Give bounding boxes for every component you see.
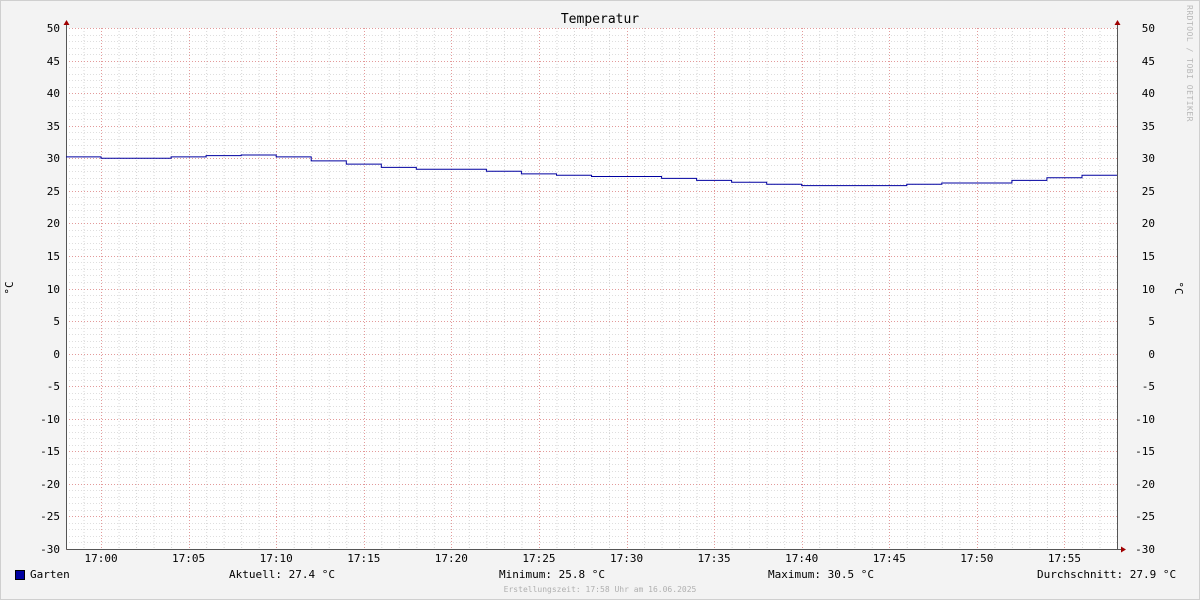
y-tick-label-right: -15	[1135, 445, 1155, 458]
x-tick-label: 17:10	[260, 552, 293, 565]
x-tick-label: 17:50	[960, 552, 993, 565]
y-axis-label-right: °C	[1172, 281, 1185, 294]
y-tick-label-left: 40	[47, 87, 60, 100]
y-axis-left-arrow	[63, 20, 70, 25]
y-tick-label-left: -30	[40, 543, 60, 556]
y-tick-label-left: -15	[40, 445, 60, 458]
x-tick-label: 17:35	[698, 552, 731, 565]
x-tick-label: 17:25	[522, 552, 555, 565]
y-tick-label-left: 30	[47, 152, 60, 165]
y-tick-label-right: 25	[1142, 185, 1155, 198]
y-tick-label-left: 5	[53, 315, 60, 328]
y-tick-label-right: 40	[1142, 87, 1155, 100]
y-axis-right-arrow	[1114, 20, 1121, 25]
stat-maximum: Maximum: 30.5 °C	[768, 568, 874, 581]
y-tick-label-left: 0	[53, 348, 60, 361]
legend-label-garten: Garten	[30, 568, 70, 581]
y-tick-label-right: -30	[1135, 543, 1155, 556]
y-tick-label-left: -25	[40, 510, 60, 523]
y-tick-label-right: -20	[1135, 478, 1155, 491]
legend-swatch-garten	[15, 570, 25, 580]
y-tick-label-right: 45	[1142, 55, 1155, 68]
y-tick-label-left: 35	[47, 120, 60, 133]
y-tick-label-left: 45	[47, 55, 60, 68]
x-axis-arrow	[1121, 546, 1126, 553]
y-tick-label-left: -10	[40, 413, 60, 426]
y-axis-label-left: °C	[3, 281, 16, 294]
x-tick-label: 17:40	[785, 552, 818, 565]
y-tick-label-right: 10	[1142, 283, 1155, 296]
y-tick-label-right: 15	[1142, 250, 1155, 263]
y-tick-label-right: -5	[1142, 380, 1155, 393]
y-tick-label-right: 35	[1142, 120, 1155, 133]
y-tick-label-right: 20	[1142, 217, 1155, 230]
y-tick-label-right: 30	[1142, 152, 1155, 165]
y-tick-label-left: -5	[47, 380, 60, 393]
x-tick-label: 17:15	[347, 552, 380, 565]
stat-average: Durchschnitt: 27.9 °C	[1037, 568, 1177, 581]
x-tick-label: 17:45	[873, 552, 906, 565]
temperature-chart: 50 5045 4540 4035 3530 3025 2520 2015 1510 105 50 0…	[3, 12, 1185, 565]
y-tick-label-left: -20	[40, 478, 60, 491]
x-tick-label: 17:30	[610, 552, 643, 565]
y-tick-label-left: 10	[47, 283, 60, 296]
chart-title: Temperatur	[561, 12, 639, 27]
stat-minimum: Minimum: 25.8 °C	[499, 568, 605, 581]
y-tick-label-left: 15	[47, 250, 60, 263]
stat-current: Aktuell: 27.4 °C	[229, 568, 335, 581]
y-tick-label-left: 25	[47, 185, 60, 198]
x-tick-label: 17:00	[84, 552, 117, 565]
y-tick-label-left: 20	[47, 217, 60, 230]
x-tick-label: 17:05	[172, 552, 205, 565]
y-tick-label-right: -25	[1135, 510, 1155, 523]
y-tick-label-right: -10	[1135, 413, 1155, 426]
y-tick-label-left: 50	[47, 22, 60, 35]
x-tick-label: 17:55	[1048, 552, 1081, 565]
x-tick-label: 17:20	[435, 552, 468, 565]
y-tick-label-right: 5	[1148, 315, 1155, 328]
y-tick-label-right: 50	[1142, 22, 1155, 35]
creation-time: Erstellungszeit: 17:58 Uhr am 16.06.2025	[503, 585, 697, 594]
rrdtool-watermark: RRDTOOL / TOBI OETIKER	[1185, 5, 1194, 122]
y-tick-label-right: 0	[1148, 348, 1155, 361]
